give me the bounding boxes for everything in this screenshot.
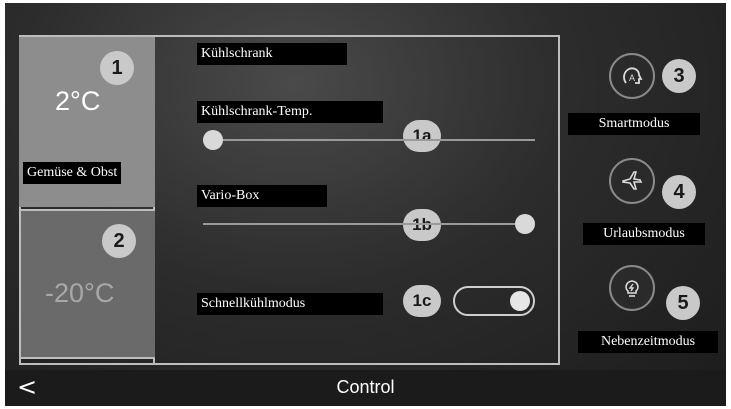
vario-box-slider-handle[interactable] xyxy=(515,214,535,234)
freezer-zone-tile[interactable]: -20°C xyxy=(19,209,155,359)
fridge-temp-label: Kühlschrank-Temp. xyxy=(197,101,383,123)
toggle-knob xyxy=(510,291,530,311)
lightbulb-icon xyxy=(625,280,639,297)
callout-5: 5 xyxy=(666,286,700,320)
off-peak-mode-button[interactable] xyxy=(609,265,655,311)
quick-cool-label: Schnellkühlmodus xyxy=(197,293,383,315)
fridge-heading: Kühlschrank xyxy=(197,43,347,65)
fridge-zone-sublabel: Gemüse & Obst xyxy=(23,162,122,184)
smart-mode-label: Smartmodus xyxy=(568,113,700,135)
vario-box-label: Vario-Box xyxy=(197,185,327,207)
page-title: Control xyxy=(336,377,395,397)
callout-4: 4 xyxy=(662,175,696,209)
svg-text:A: A xyxy=(629,73,635,83)
callout-1: 1 xyxy=(100,51,134,85)
freezer-zone-temperature: -20°C xyxy=(45,278,115,308)
callout-2: 2 xyxy=(102,224,136,258)
fridge-temp-slider-track[interactable] xyxy=(203,139,535,141)
smart-mode-button[interactable]: A xyxy=(609,53,655,99)
callout-1c: 1c xyxy=(403,285,441,317)
control-screen: 2°C 1 Gemüse & Obst -20°C 2 Kühlschrank … xyxy=(5,3,726,406)
bottom-bar: < Control xyxy=(5,370,726,406)
quick-cool-toggle[interactable] xyxy=(453,286,535,316)
fridge-zone-temperature: 2°C xyxy=(55,86,101,116)
callout-1a: 1a xyxy=(403,120,441,152)
callout-1b: 1b xyxy=(403,209,441,241)
airplane-icon xyxy=(622,171,643,190)
vario-box-slider-track[interactable] xyxy=(203,223,535,225)
vacation-mode-label: Urlaubsmodus xyxy=(583,223,705,245)
off-peak-mode-label: Nebenzeitmodus xyxy=(578,331,718,353)
vacation-mode-button[interactable] xyxy=(609,158,655,204)
fridge-temp-slider-handle[interactable] xyxy=(203,130,223,150)
smart-mode-icon: A xyxy=(623,67,643,84)
callout-3: 3 xyxy=(662,59,696,93)
